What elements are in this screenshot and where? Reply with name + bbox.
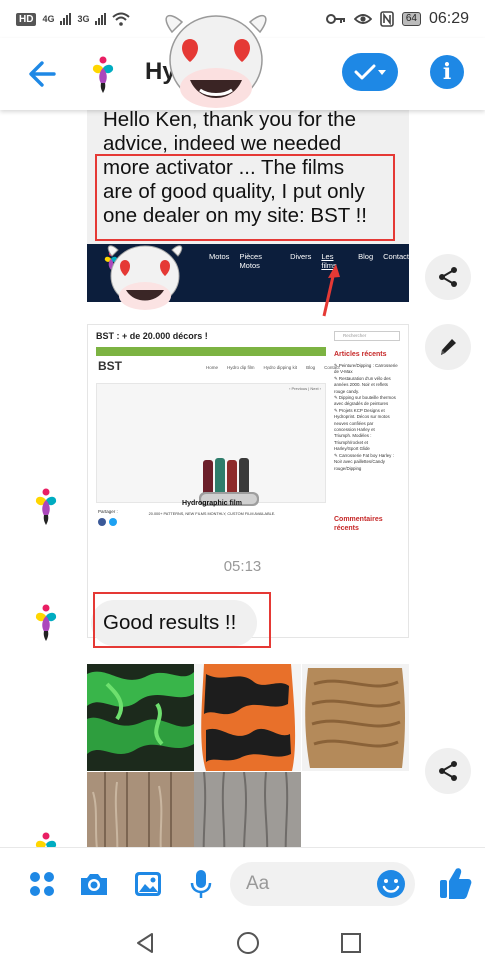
nav-home-icon[interactable] <box>236 931 260 955</box>
microphone-icon[interactable] <box>185 868 217 900</box>
camera-icon[interactable] <box>78 868 110 900</box>
shared-photo-green-camo[interactable] <box>87 664 194 771</box>
nfc-icon <box>380 11 394 27</box>
product-tagline: 20.000+ PATTERNS, NEW FILMS MONTHLY, CUS… <box>148 512 276 516</box>
clock: 06:29 <box>428 10 469 27</box>
site-search-field: Rechercher <box>334 331 400 341</box>
share-icon <box>439 267 457 287</box>
network-4g-label: 4G <box>42 14 55 24</box>
twitter-icon <box>109 518 117 526</box>
wifi-icon <box>112 12 131 26</box>
recent-posts-list: ✎ Peinture/Dipping : Carrosserie de V-Ma… <box>334 363 398 471</box>
message-input[interactable]: Aa <box>230 862 415 906</box>
thumbs-up-icon[interactable] <box>438 865 472 901</box>
signal-icon <box>60 13 72 25</box>
weathered-wood-image <box>87 772 194 847</box>
recent-comments-title: Commentaires récents <box>334 516 383 532</box>
site-sidebar: Rechercher Articles récents ✎ Peinture/D… <box>334 325 406 637</box>
red-highlight-box <box>93 592 271 648</box>
site-nav-item: Divers <box>290 252 312 261</box>
shared-photo-wood-grain[interactable] <box>302 664 409 771</box>
green-camo-pattern-image <box>87 664 194 771</box>
emoji-icon[interactable] <box>376 869 406 899</box>
pencil-icon <box>441 339 456 355</box>
shared-photo-gray-wood[interactable] <box>194 772 301 847</box>
share-label: Partager : <box>98 509 118 514</box>
eye-icon <box>353 14 372 24</box>
message-composer: Aa <box>0 847 485 919</box>
edit-button[interactable] <box>425 324 471 370</box>
site-menu-item: Home <box>206 365 219 370</box>
product-title: Hydrographic film <box>182 500 242 507</box>
red-arrow-icon <box>322 264 340 317</box>
gray-wood-image <box>194 772 301 847</box>
message-thread[interactable]: Hello Ken, thank you for the advice, ind… <box>0 110 485 847</box>
message-input-placeholder: Aa <box>246 873 270 894</box>
checkmark-icon <box>354 64 376 80</box>
caret-down-icon <box>378 69 386 75</box>
hd-badge: HD <box>16 12 37 26</box>
orange-camo-pattern-image <box>194 664 301 771</box>
site-nav: Motos Pièces Motos Divers Les films Blog… <box>209 252 409 270</box>
sender-avatar[interactable] <box>33 604 59 642</box>
site-slider: ‹ Previous | Next › Hydrographic film 20… <box>96 383 326 516</box>
battery-indicator: 64 <box>401 12 421 26</box>
site-nav-item: Pièces Motos <box>239 252 262 270</box>
site-top-bar <box>96 347 326 356</box>
social-share-icons <box>98 518 117 526</box>
active-status-button[interactable] <box>342 53 398 91</box>
nav-recents-icon[interactable] <box>339 931 363 955</box>
slider-nav: ‹ Previous | Next › <box>289 386 321 391</box>
share-icon <box>439 761 457 781</box>
site-nav-item: Blog <box>358 252 374 261</box>
back-arrow-icon[interactable] <box>24 56 60 92</box>
site-logo-text: BST <box>98 359 122 373</box>
nav-back-icon[interactable] <box>133 931 157 955</box>
system-nav-bar <box>0 919 485 967</box>
site-nav-item: Contact <box>383 252 409 261</box>
site-nav-item: Motos <box>209 252 230 261</box>
heart-eyes-cow-sticker <box>107 245 183 310</box>
heart-eyes-cow-sticker <box>165 14 267 108</box>
info-button[interactable]: i <box>430 55 464 89</box>
shared-website-screenshot[interactable]: BST : + de 20.000 décors ! BST Home Hydr… <box>87 324 409 638</box>
site-menu: Home Hydro dip film Hydro dipping kit Bl… <box>206 365 340 370</box>
sender-avatar[interactable] <box>33 832 59 847</box>
red-highlight-box <box>95 154 395 241</box>
wood-grain-pattern-image <box>302 664 409 771</box>
site-menu-item: Hydro dipping kit <box>263 365 298 370</box>
share-button[interactable] <box>425 748 471 794</box>
signal-icon-2 <box>95 13 107 25</box>
message-timestamp: 05:13 <box>223 558 262 575</box>
recent-posts-title: Articles récents <box>334 351 387 358</box>
facebook-icon <box>98 518 106 526</box>
more-apps-icon[interactable] <box>26 868 58 900</box>
sender-avatar[interactable] <box>33 488 59 526</box>
gallery-icon[interactable] <box>132 868 164 900</box>
contact-avatar[interactable] <box>90 56 116 94</box>
key-icon <box>325 14 345 24</box>
network-3g-label: 3G <box>77 14 90 24</box>
site-menu-item: Hydro dip film <box>227 365 255 370</box>
share-button[interactable] <box>425 254 471 300</box>
shared-photo-weathered-wood[interactable] <box>87 772 194 847</box>
site-title: BST : + de 20.000 décors ! <box>96 331 208 341</box>
shared-photo-orange-camo[interactable] <box>194 664 301 771</box>
site-menu-item: Blog <box>306 365 316 370</box>
